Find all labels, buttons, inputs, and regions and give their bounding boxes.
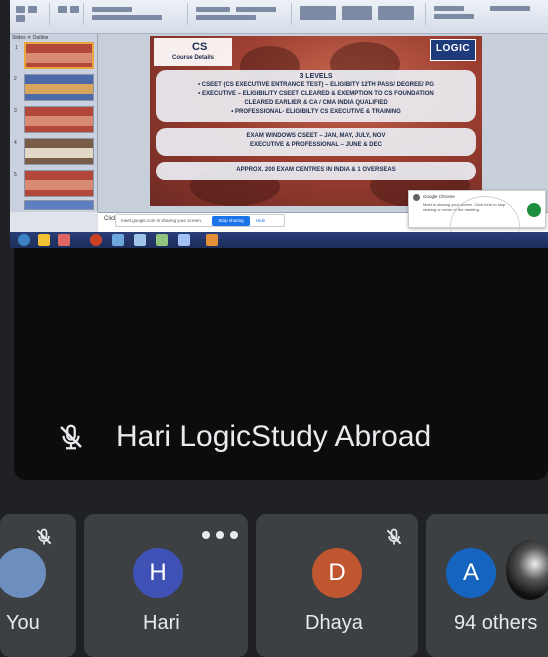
mic-off-icon (36, 528, 52, 545)
slide-editing-area: CS Course Details LOGIC 3 LEVELS • CSEET… (98, 34, 548, 212)
slides-thumbnail-panel: Slides ✕ Outline 1 2 3 4 5 (10, 34, 98, 212)
slide-subtitle: Course Details (172, 55, 215, 61)
notification-title: Google Chrome (423, 194, 455, 199)
exam-window-line: EXECUTIVE & PROFESSIONAL – JUNE & DEC (250, 142, 382, 148)
chrome-icon (413, 194, 420, 201)
hide-share-bar-button[interactable]: Hide (256, 218, 265, 223)
exam-window-line: EXAM WINDOWS CSEET – JAN, MAY, JULY, NOV (246, 133, 386, 139)
windows-taskbar (10, 232, 548, 248)
slide-thumbnail[interactable]: 2 (14, 74, 94, 101)
avatar: H (133, 548, 183, 598)
level-line: • CSEET (CS EXECUTIVE ENTRANCE TEST) – E… (198, 82, 434, 88)
logic-logo: LOGIC (430, 39, 476, 61)
slide-thumbnail[interactable]: 5 (14, 170, 94, 197)
participant-name: 94 others (454, 612, 538, 634)
slides-outline-tabs[interactable]: Slides ✕ Outline (12, 35, 48, 41)
start-icon[interactable] (18, 234, 30, 246)
slide-thumbnail[interactable]: 3 (14, 106, 94, 133)
ribbon-group-clipboard[interactable] (12, 3, 50, 25)
powerpoint-taskbar-icon[interactable] (206, 234, 218, 246)
ribbon-group-paragraph[interactable] (192, 3, 292, 25)
level-line: • PROFESSIONAL- ELIGIBILTY CS EXECUTIVE … (231, 109, 401, 115)
stop-sharing-button[interactable]: Stop sharing (212, 216, 250, 226)
explorer-icon[interactable] (38, 234, 50, 246)
participant-name: Dhaya (305, 612, 363, 634)
avatar: D (312, 548, 362, 598)
avatar: A (446, 548, 496, 598)
centres-panel: APPROX. 200 EXAM CENTRES IN INDIA & 1 OV… (156, 162, 476, 180)
participant-name: You (6, 612, 40, 634)
ribbon-group-font[interactable] (88, 3, 188, 25)
taskbar-app-icon[interactable] (134, 234, 146, 246)
centres-line: APPROX. 200 EXAM CENTRES IN INDIA & 1 OV… (236, 167, 396, 173)
shared-screen: Slides ✕ Outline 1 2 3 4 5 CS Course Det… (10, 0, 548, 248)
mic-off-icon (60, 424, 82, 450)
participant-name: Hari (143, 612, 180, 634)
ie-icon[interactable] (112, 234, 124, 246)
more-options-icon[interactable] (200, 526, 240, 544)
slide-title: CS (192, 41, 208, 53)
ribbon-group-editing[interactable] (430, 3, 544, 25)
exam-windows-panel: EXAM WINDOWS CSEET – JAN, MAY, JULY, NOV… (156, 128, 476, 156)
slide-title-box: CS Course Details (154, 38, 232, 66)
screen-share-bar: meet.google.com is sharing your screen. … (115, 214, 285, 227)
meet-window: Slides ✕ Outline 1 2 3 4 5 CS Course Det… (0, 0, 548, 657)
meet-icon (527, 203, 541, 217)
ribbon-group-slides[interactable] (54, 3, 84, 25)
powerpoint-ribbon (10, 0, 548, 34)
chrome-taskbar-icon[interactable] (90, 234, 102, 246)
taskbar-app-icon[interactable] (178, 234, 190, 246)
slide-thumbnail[interactable]: 4 (14, 138, 94, 165)
avatar (506, 540, 548, 600)
media-icon[interactable] (58, 234, 70, 246)
mic-off-icon (386, 528, 402, 545)
levels-panel: 3 LEVELS • CSEET (CS EXECUTIVE ENTRANCE … (156, 70, 476, 122)
share-bar-text: meet.google.com is sharing your screen. (121, 218, 203, 223)
speaker-name: Hari LogicStudy Abroad (116, 420, 432, 453)
level-line: • EXECUTIVE – ELIGIBILITY CSEET CLEARED … (198, 91, 434, 97)
taskbar-app-icon[interactable] (156, 234, 168, 246)
level-line: CLEARED EARLIER & CA / CMA INDIA QUALIFI… (244, 100, 388, 106)
slide-thumbnail[interactable]: 1 (15, 42, 94, 69)
slide-thumbnail[interactable] (24, 200, 94, 210)
current-slide[interactable]: CS Course Details LOGIC 3 LEVELS • CSEET… (150, 36, 482, 206)
levels-heading: 3 LEVELS (299, 73, 333, 80)
ribbon-group-drawing[interactable] (296, 3, 426, 25)
